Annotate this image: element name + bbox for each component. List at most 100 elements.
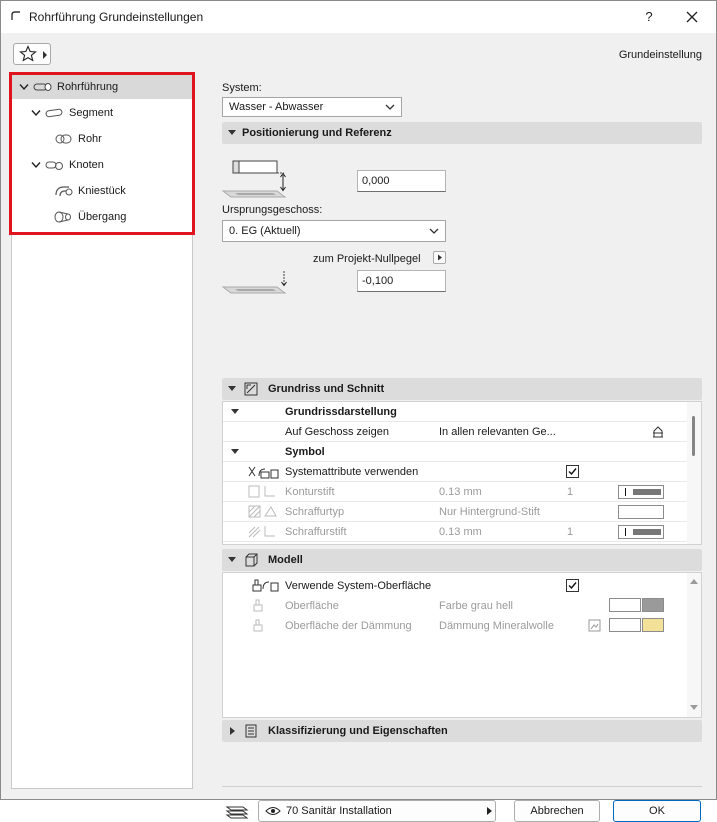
help-button[interactable]: ? bbox=[639, 7, 659, 27]
use-system-surface-checkbox[interactable] bbox=[566, 579, 579, 592]
row-hatch-type[interactable]: Schraffurtyp Nur Hintergrund-Stift bbox=[223, 502, 687, 522]
group-row-symbol[interactable]: Symbol bbox=[223, 442, 687, 462]
row-label: Verwende System-Oberfläche bbox=[285, 580, 432, 592]
chevron-down-icon[interactable] bbox=[30, 159, 42, 171]
row-value: Farbe grau hell bbox=[439, 600, 513, 612]
tree-item-segment[interactable]: Segment bbox=[12, 101, 192, 125]
chevron-right-icon bbox=[43, 51, 47, 59]
story-building-icon bbox=[653, 426, 663, 438]
system-label: System: bbox=[222, 82, 262, 94]
group-label: Grundrissdarstellung bbox=[285, 406, 397, 418]
system-attributes-icon bbox=[248, 466, 279, 479]
triangle-down-icon bbox=[228, 557, 236, 562]
tree-item-label: Rohr bbox=[78, 133, 102, 145]
floorplan-scrollbar[interactable] bbox=[687, 402, 701, 544]
title-bar: Rohrführung Grundeinstellungen ? bbox=[1, 1, 716, 33]
tree-item-uebergang[interactable]: Übergang bbox=[12, 205, 192, 229]
row-pen-number: 1 bbox=[567, 526, 574, 538]
offset-input[interactable]: 0,000 bbox=[357, 170, 446, 192]
model-cube-icon bbox=[245, 553, 258, 567]
row-value: Nur Hintergrund-Stift bbox=[439, 506, 540, 518]
chevron-down-icon bbox=[429, 228, 439, 234]
surface-brush-icon bbox=[253, 619, 263, 632]
row-contour-pen[interactable]: Konturstift 0.13 mm 1 bbox=[223, 482, 687, 502]
contour-pen-icon bbox=[248, 485, 275, 498]
row-label: Systemattribute verwenden bbox=[285, 466, 419, 478]
section-positioning[interactable]: Positionierung und Referenz bbox=[222, 122, 702, 144]
hatch-pen-swatch[interactable] bbox=[618, 525, 664, 539]
tree-item-knoten[interactable]: Knoten bbox=[12, 153, 192, 177]
triangle-down-icon bbox=[231, 449, 239, 454]
row-show-on-story[interactable]: Auf Geschoss zeigen In allen relevanten … bbox=[223, 422, 687, 442]
settings-mode-label: Grundeinstellung bbox=[618, 49, 702, 61]
group-row-floorplan-display[interactable]: Grundrissdarstellung bbox=[223, 402, 687, 422]
node-icon bbox=[45, 158, 65, 172]
tree-item-kniestueck[interactable]: Kniestück bbox=[12, 179, 192, 203]
origin-story-value: 0. EG (Aktuell) bbox=[229, 225, 301, 237]
insulation-blank-swatch[interactable] bbox=[609, 618, 641, 632]
system-select[interactable]: Wasser - Abwasser bbox=[222, 97, 402, 117]
system-attributes-checkbox[interactable] bbox=[566, 465, 579, 478]
row-system-attributes[interactable]: Systemattribute verwenden bbox=[223, 462, 687, 482]
dialog-window: Rohrführung Grundeinstellungen ? Grundei… bbox=[0, 0, 717, 822]
checkmark-icon bbox=[568, 582, 577, 590]
scrollbar-thumb[interactable] bbox=[692, 416, 695, 456]
row-value: 0.13 mm bbox=[439, 486, 482, 498]
floorplan-list: Grundrissdarstellung Auf Geschoss zeigen… bbox=[222, 401, 702, 545]
origin-story-select[interactable]: 0. EG (Aktuell) bbox=[222, 220, 446, 242]
layer-stack-icon bbox=[225, 806, 249, 819]
layer-select[interactable]: 70 Sanitär Installation bbox=[258, 800, 496, 822]
row-hatch-pen[interactable]: Schraffurstift 0.13 mm 1 bbox=[223, 522, 687, 542]
section-positioning-title: Positionierung und Referenz bbox=[242, 127, 392, 139]
favorites-button[interactable] bbox=[13, 43, 51, 65]
row-value: 0.13 mm bbox=[439, 526, 482, 538]
section-classification[interactable]: Klassifizierung und Eigenschaften bbox=[222, 720, 702, 742]
cancel-button[interactable]: Abbrechen bbox=[514, 800, 600, 822]
model-scrollbar[interactable] bbox=[687, 573, 701, 717]
tree-item-label: Rohrführung bbox=[57, 81, 119, 93]
chevron-down-icon[interactable] bbox=[30, 107, 42, 119]
surface-blank-swatch[interactable] bbox=[609, 598, 641, 612]
section-model[interactable]: Modell bbox=[222, 549, 702, 571]
tree-item-rohr[interactable]: Rohr bbox=[12, 127, 192, 151]
tree-item-rohrfuehrung[interactable]: Rohrführung bbox=[12, 75, 192, 99]
scroll-up-arrow-icon[interactable] bbox=[687, 576, 701, 586]
dialog-content: Grundeinstellung Rohrführung Segment Roh… bbox=[1, 33, 716, 822]
insulation-color-swatch[interactable] bbox=[642, 618, 664, 632]
settings-panel: System: Wasser - Abwasser Positionierung… bbox=[205, 73, 715, 822]
project-zero-input[interactable]: -0,100 bbox=[357, 270, 446, 292]
row-surface[interactable]: Oberfläche Farbe grau hell bbox=[223, 596, 687, 616]
floorplan-section-icon bbox=[244, 382, 258, 396]
footer-divider bbox=[222, 786, 702, 787]
surface-brush-icon bbox=[253, 599, 263, 612]
triangle-down-icon bbox=[228, 130, 236, 135]
transition-icon bbox=[54, 210, 74, 224]
tree-item-label: Knoten bbox=[69, 159, 104, 171]
row-use-system-surface[interactable]: Verwende System-Oberfläche bbox=[223, 576, 687, 596]
origin-story-label: Ursprungsgeschoss: bbox=[222, 204, 323, 216]
model-list: Verwende System-Oberfläche Oberfläche Fa… bbox=[222, 572, 702, 718]
hatch-pen-icon bbox=[248, 526, 275, 538]
project-zero-menu-button[interactable] bbox=[433, 251, 446, 264]
ok-button[interactable]: OK bbox=[613, 800, 701, 822]
row-insulation-surface[interactable]: Oberfläche der Dämmung Dämmung Mineralwo… bbox=[223, 616, 687, 636]
eye-icon bbox=[265, 807, 281, 815]
surface-color-swatch[interactable] bbox=[642, 598, 664, 612]
chevron-down-icon[interactable] bbox=[18, 81, 30, 93]
star-icon bbox=[19, 45, 37, 62]
section-floorplan[interactable]: Grundriss und Schnitt bbox=[222, 378, 702, 400]
row-label: Auf Geschoss zeigen bbox=[285, 426, 389, 438]
hatch-type-icon bbox=[248, 505, 277, 518]
pipe-icon bbox=[54, 132, 74, 146]
hatch-type-swatch[interactable] bbox=[618, 505, 664, 519]
triangle-down-icon bbox=[231, 409, 239, 414]
row-value: Dämmung Mineralwolle bbox=[439, 620, 554, 632]
contour-pen-swatch[interactable] bbox=[618, 485, 664, 499]
system-select-value: Wasser - Abwasser bbox=[229, 101, 324, 113]
elbow-icon bbox=[54, 184, 74, 198]
row-label: Schraffurstift bbox=[285, 526, 347, 538]
scroll-down-arrow-icon[interactable] bbox=[687, 703, 701, 713]
close-icon[interactable] bbox=[681, 6, 703, 28]
section-floorplan-title: Grundriss und Schnitt bbox=[268, 383, 385, 395]
section-model-title: Modell bbox=[268, 554, 303, 566]
